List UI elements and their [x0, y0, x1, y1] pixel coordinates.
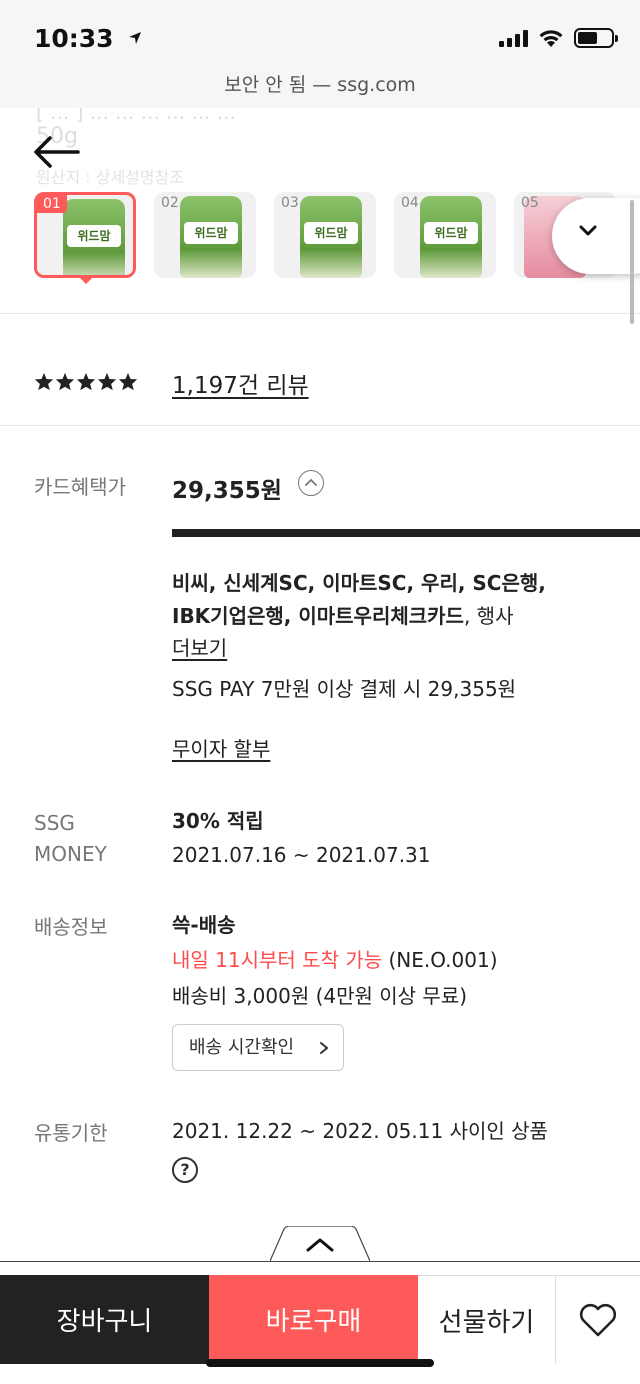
product-title-ghost: [ ... ] ... ... ... ... ... ...	[36, 108, 236, 124]
bottom-divider	[0, 1261, 640, 1262]
chevron-up-icon	[305, 478, 318, 486]
pack-label: 위드맘	[184, 222, 238, 244]
benefit-cards-line2: IBK기업은행, 이마트우리체크카드, 행사	[172, 601, 513, 632]
back-arrow-icon[interactable]	[32, 134, 80, 170]
thumbnail-02[interactable]: 02 위드맘	[154, 192, 256, 278]
bottom-sheet-pull-tab[interactable]	[270, 1226, 370, 1262]
product-pack-image: 위드맘	[420, 196, 482, 278]
expiry-label: 유통기한	[34, 1121, 108, 1145]
star-icon	[97, 372, 117, 391]
thumbnail-number: 03	[281, 195, 299, 211]
ssg-money-title: 30% 적립	[172, 809, 264, 833]
benefit-cards-line1: 비씨, 신세계SC, 이마트SC, 우리, SC은행,	[172, 571, 546, 595]
gift-button[interactable]: 선물하기	[418, 1275, 555, 1364]
thumbnail-04[interactable]: 04 위드맘	[394, 192, 496, 278]
delivery-arrival-time: 내일 11시부터 도착 가능	[172, 948, 383, 972]
wishlist-button[interactable]	[555, 1275, 640, 1364]
benefit-cards-rest: , 행사	[463, 604, 514, 628]
thumbnail-01[interactable]: 01 위드맘	[34, 192, 136, 278]
benefit-more-link[interactable]: 더보기	[172, 633, 227, 664]
url-bar[interactable]: 보안 안 됨 — ssg.com	[0, 70, 640, 97]
cellular-signal-icon	[499, 29, 528, 47]
chevron-down-icon	[579, 225, 597, 236]
home-indicator[interactable]	[206, 1359, 434, 1367]
product-image-thumbnails: [ ... ] ... ... ... ... ... ... 50g 원산지 …	[0, 108, 640, 314]
star-icon	[76, 372, 96, 391]
location-arrow-icon	[129, 32, 142, 44]
status-time-text: 10:33	[34, 24, 114, 53]
delivery-time-check-label: 배송 시간확인	[189, 1037, 295, 1058]
status-icons	[499, 28, 618, 48]
bottom-action-bar: 장바구니 바로구매 선물하기	[0, 1275, 640, 1364]
thumbnail-number: 05	[521, 195, 539, 211]
thumbnail-number: 02	[161, 195, 179, 211]
gift-label: 선물하기	[438, 1307, 535, 1338]
review-summary: 1,197건 리뷰	[0, 314, 640, 426]
cart-label: 장바구니	[56, 1307, 153, 1337]
card-benefit-price: 29,355원	[172, 478, 282, 504]
delivery-title: 쓱-배송	[172, 913, 236, 937]
thumbnail-number: 01	[37, 195, 67, 213]
add-to-cart-button[interactable]: 장바구니	[0, 1275, 209, 1364]
ssg-money-label-line1: SSG	[34, 811, 75, 835]
product-pack-image: 위드맘	[63, 199, 125, 275]
benefit-cards-bold: IBK기업은행, 이마트우리체크카드	[172, 604, 464, 628]
star-icon	[118, 372, 138, 391]
thumbnail-expand-button[interactable]	[552, 198, 640, 274]
chevron-right-icon	[320, 1042, 329, 1054]
delivery-arrival: 내일 11시부터 도착 가능 (NE.O.001)	[172, 945, 498, 976]
status-bar: 10:33 보안 안 됨 — ssg.com	[0, 0, 640, 108]
delivery-fee: 배송비 3,000원 (4만원 이상 무료)	[172, 984, 468, 1008]
thumbnail-03[interactable]: 03 위드맘	[274, 192, 376, 278]
product-pack-image: 위드맘	[180, 196, 242, 278]
status-time: 10:33	[34, 24, 142, 53]
star-icon	[55, 372, 75, 391]
heart-icon	[579, 1303, 617, 1337]
battery-icon	[574, 28, 618, 48]
ssgpay-benefit: SSG PAY 7만원 이상 결제 시 29,355원	[172, 677, 517, 701]
pack-label: 위드맘	[424, 222, 478, 244]
delivery-time-check-button[interactable]: 배송 시간확인	[172, 1024, 344, 1071]
review-count-link[interactable]: 1,197건 리뷰	[172, 366, 309, 400]
buy-now-button[interactable]: 바로구매	[209, 1275, 418, 1364]
page-scrollbar[interactable]	[630, 200, 634, 324]
buy-label: 바로구매	[265, 1307, 362, 1337]
delivery-arrival-code: (NE.O.001)	[382, 948, 498, 972]
active-thumbnail-pointer	[78, 276, 94, 284]
ssg-money-label-line2: MONEY	[34, 842, 107, 866]
installment-link[interactable]: 무이자 할부	[172, 734, 270, 765]
pack-label: 위드맘	[67, 225, 121, 247]
expiry-value: 2021. 12.22 ~ 2022. 05.11 사이인 상품	[172, 1119, 548, 1143]
help-icon[interactable]: ?	[172, 1157, 198, 1183]
thumbnail-list: 01 위드맘 02 위드맘 03 위드맘 04 위드맘 05	[34, 192, 616, 278]
product-pack-image: 위드맘	[300, 196, 362, 278]
rating-stars	[34, 372, 138, 391]
thumbnail-number: 04	[401, 195, 419, 211]
price-divider	[172, 529, 640, 537]
card-benefit-label: 카드혜택가	[34, 475, 126, 499]
safe-area	[0, 1364, 640, 1384]
wifi-icon	[539, 30, 563, 47]
ssg-money-label: SSG MONEY	[34, 808, 107, 870]
collapse-price-button[interactable]	[298, 470, 325, 496]
delivery-label: 배송정보	[34, 915, 108, 939]
card-benefit-price-row: 29,355원	[172, 470, 325, 507]
ssg-money-period: 2021.07.16 ~ 2021.07.31	[172, 843, 431, 867]
pack-label: 위드맘	[304, 222, 358, 244]
star-icon	[34, 372, 54, 391]
